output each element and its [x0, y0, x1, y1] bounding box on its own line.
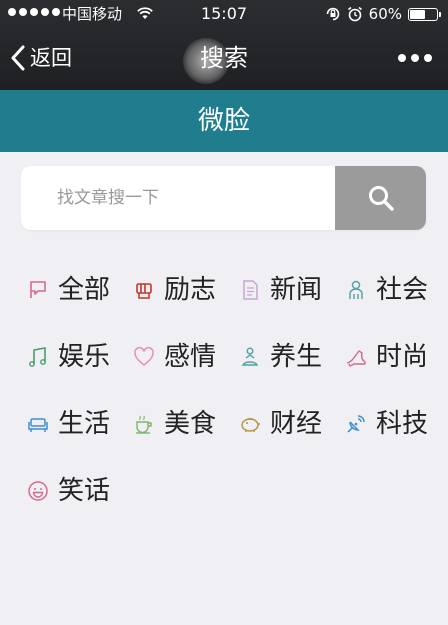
category-label: 财经	[270, 409, 323, 439]
category-4[interactable]: 社会	[344, 270, 428, 310]
category-label: 美食	[164, 409, 217, 439]
heart-icon	[134, 346, 154, 366]
document-icon	[243, 280, 258, 300]
battery-icon	[408, 7, 441, 21]
category-5[interactable]: 娱乐	[26, 337, 110, 377]
category-label: 社会	[376, 275, 429, 305]
more-dot	[411, 54, 419, 62]
category-3[interactable]: 新闻	[238, 270, 322, 310]
fist-icon	[136, 283, 152, 299]
music-note-icon	[29, 347, 46, 367]
screen: 中国移动 15:07 60% 返回 搜索 微脸 找文章搜一下 全部 励志 新闻 …	[0, 0, 448, 625]
alarm-icon	[347, 6, 362, 22]
category-2[interactable]: 励志	[132, 270, 216, 310]
category-label: 感情	[164, 342, 217, 372]
piggy-bank-icon	[241, 418, 260, 432]
nav-bar: 返回 搜索	[0, 28, 448, 90]
category-1[interactable]: 全部	[26, 270, 110, 310]
category-7[interactable]: 养生	[238, 337, 322, 377]
search-input[interactable]	[21, 166, 335, 230]
category-label: 生活	[58, 409, 111, 439]
category-13[interactable]: 笑话	[26, 471, 110, 511]
category-label: 励志	[164, 275, 217, 305]
category-label: 笑话	[58, 476, 111, 506]
status-right-group: 60%	[325, 4, 441, 24]
category-label: 娱乐	[58, 342, 111, 372]
category-11[interactable]: 财经	[238, 404, 322, 444]
category-10[interactable]: 美食	[132, 404, 216, 444]
status-bar: 中国移动 15:07 60%	[0, 0, 448, 28]
sofa-icon	[28, 418, 48, 432]
search-icon	[368, 186, 394, 211]
more-dot	[398, 54, 406, 62]
category-12[interactable]: 科技	[344, 404, 428, 444]
category-9[interactable]: 生活	[26, 404, 110, 444]
battery-level	[410, 9, 426, 19]
category-6[interactable]: 感情	[132, 337, 216, 377]
satellite-icon	[347, 415, 365, 433]
category-label: 科技	[376, 409, 429, 439]
category-label: 新闻	[270, 275, 323, 305]
brand-title: 微脸	[0, 90, 448, 152]
more-button[interactable]	[398, 54, 432, 62]
more-dot	[424, 54, 432, 62]
search-box	[21, 166, 426, 230]
person-icon	[349, 280, 363, 299]
search-button[interactable]	[335, 166, 426, 230]
meditation-icon	[241, 347, 259, 366]
rotation-lock-icon	[326, 7, 339, 21]
flag-icon	[30, 281, 46, 298]
category-label: 养生	[270, 342, 323, 372]
high-heel-icon	[346, 350, 366, 367]
top-bar: 中国移动 15:07 60% 返回 搜索	[0, 0, 448, 90]
battery-percent: 60%	[368, 5, 402, 23]
smile-icon	[28, 481, 48, 501]
page-title: 搜索	[200, 44, 248, 72]
category-label: 时尚	[376, 342, 429, 372]
category-8[interactable]: 时尚	[344, 337, 428, 377]
cup-icon	[136, 415, 152, 434]
category-label: 全部	[58, 275, 111, 305]
